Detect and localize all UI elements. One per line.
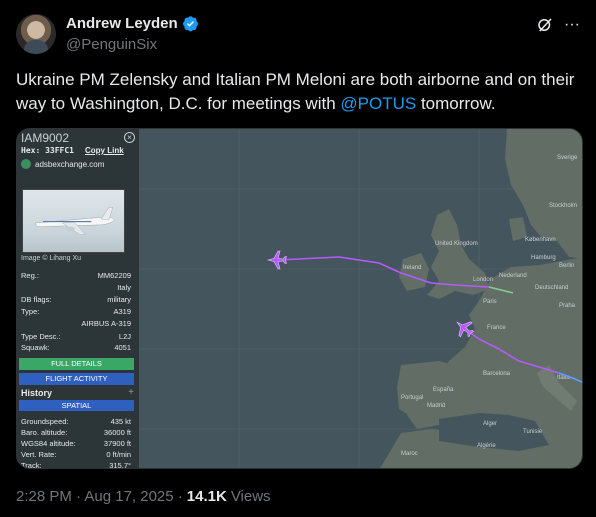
field-label: Type: — [21, 307, 40, 316]
map-label: Deutschland — [535, 285, 568, 291]
stat-value: 37900 ft — [103, 439, 131, 448]
stat-value: 435 kt — [110, 417, 131, 426]
callsign: IAM9002 — [21, 131, 70, 145]
map-label: France — [487, 325, 506, 331]
avatar[interactable] — [16, 14, 56, 54]
plus-icon: + — [128, 387, 134, 398]
map-label: København — [525, 237, 556, 243]
field-value: L2J — [118, 332, 131, 341]
field-value: Italy — [117, 283, 131, 292]
full-details-button: FULL DETAILS — [19, 358, 134, 370]
tweet-header: Andrew Leyden @PenguinSix ··· — [16, 12, 584, 56]
top-actions: ··· — [536, 16, 580, 34]
field-value: 4051 — [114, 343, 131, 352]
timestamp[interactable]: 2:28 PM · Aug 17, 2025 · — [16, 488, 183, 505]
name-row: Andrew Leyden — [66, 15, 199, 32]
field-row: Italy — [21, 283, 131, 292]
spatial-button: SPATIAL — [19, 400, 134, 411]
map-label: Portugal — [401, 395, 423, 401]
map-label: Tunisie — [523, 429, 543, 435]
more-options-icon[interactable]: ··· — [564, 16, 580, 34]
map-label: Algérie — [477, 443, 496, 449]
flight-map: Sverige Stockholm København United Kingd… — [139, 129, 582, 468]
field-label: Squawk: — [21, 343, 50, 352]
map-label: Barcelona — [483, 371, 511, 377]
stat-row: Track: 315.7° — [21, 461, 131, 469]
map-label: Ireland — [403, 265, 421, 271]
mention-link[interactable]: @POTUS — [340, 94, 416, 113]
field-row: Reg.: MM62209 — [21, 271, 131, 280]
copy-link: Copy Link — [85, 146, 124, 155]
map-label: Paris — [483, 299, 497, 305]
stat-value: 36000 ft — [103, 428, 131, 437]
grok-icon[interactable] — [536, 16, 554, 34]
field-value: AIRBUS A-319 — [81, 319, 131, 328]
map-label: Maroc — [401, 451, 418, 457]
field-row: Squawk: 4051 — [21, 343, 131, 352]
map-label: Sverige — [557, 155, 578, 161]
stat-row: Baro. altitude: 36000 ft — [21, 428, 131, 437]
map-label: Nederland — [499, 273, 527, 279]
stat-label: Track: — [21, 461, 42, 469]
history-heading: History — [21, 388, 53, 398]
aircraft-info-panel: IAM9002 × Hex: 33FFC1 Copy Link adsbexch… — [17, 129, 139, 469]
stat-value: 0 ft/min — [106, 450, 131, 459]
stat-row: Vert. Rate: 0 ft/min — [21, 450, 131, 459]
aircraft-photo — [22, 189, 125, 253]
verified-badge-icon — [182, 16, 198, 32]
tweet-text: Ukraine PM Zelensky and Italian PM Melon… — [16, 68, 576, 116]
map-label: Praha — [559, 303, 576, 309]
stat-row: WGS84 altitude: 37900 ft — [21, 439, 131, 448]
views-label: Views — [230, 488, 271, 505]
tweet-media-image[interactable]: IAM9002 × Hex: 33FFC1 Copy Link adsbexch… — [16, 128, 583, 469]
close-icon: × — [124, 132, 135, 143]
field-value: military — [107, 295, 131, 304]
site-row: adsbexchange.com — [21, 159, 104, 169]
stat-label: Groundspeed: — [21, 417, 69, 426]
map-label: Stockholm — [549, 203, 577, 209]
image-credit: Image © Lihang Xu — [21, 255, 82, 262]
tweet-text-end: tomorrow. — [416, 94, 496, 113]
field-row: DB flags: military — [21, 295, 131, 304]
map-label: España — [433, 387, 454, 393]
field-row: Type Desc.: L2J — [21, 332, 131, 341]
adsb-logo-icon — [21, 159, 31, 169]
tweet-footer: 2:28 PM · Aug 17, 2025 · 14.1K Views — [16, 488, 271, 505]
field-label: Reg.: — [21, 271, 39, 280]
field-label: DB flags: — [21, 295, 52, 304]
stat-label: Baro. altitude: — [21, 428, 68, 437]
map-label: Hamburg — [531, 255, 556, 261]
map-label: United Kingdom — [435, 241, 478, 247]
map-label: Berlin — [559, 263, 574, 269]
field-label: Type Desc.: — [21, 332, 61, 341]
map-label: London — [473, 277, 493, 283]
airplane-photo-icon — [34, 207, 115, 235]
site-name: adsbexchange.com — [35, 159, 105, 169]
handle[interactable]: @PenguinSix — [66, 36, 157, 53]
display-name[interactable]: Andrew Leyden — [66, 15, 178, 32]
hex-code: Hex: 33FFC1 — [21, 146, 74, 155]
flight-activity-button: FLIGHT ACTIVITY — [19, 373, 134, 385]
stat-row: Groundspeed: 435 kt — [21, 417, 131, 426]
views-count: 14.1K — [186, 488, 227, 505]
stat-label: Vert. Rate: — [21, 450, 57, 459]
stat-label: WGS84 altitude: — [21, 439, 76, 448]
stat-value: 315.7° — [109, 461, 131, 469]
field-row: Type: A319 — [21, 307, 131, 316]
map-label: Alger — [483, 421, 497, 427]
field-value: MM62209 — [97, 271, 131, 280]
map-label: Madrid — [427, 403, 445, 409]
field-row: AIRBUS A-319 — [21, 319, 131, 328]
field-value: A319 — [113, 307, 131, 316]
